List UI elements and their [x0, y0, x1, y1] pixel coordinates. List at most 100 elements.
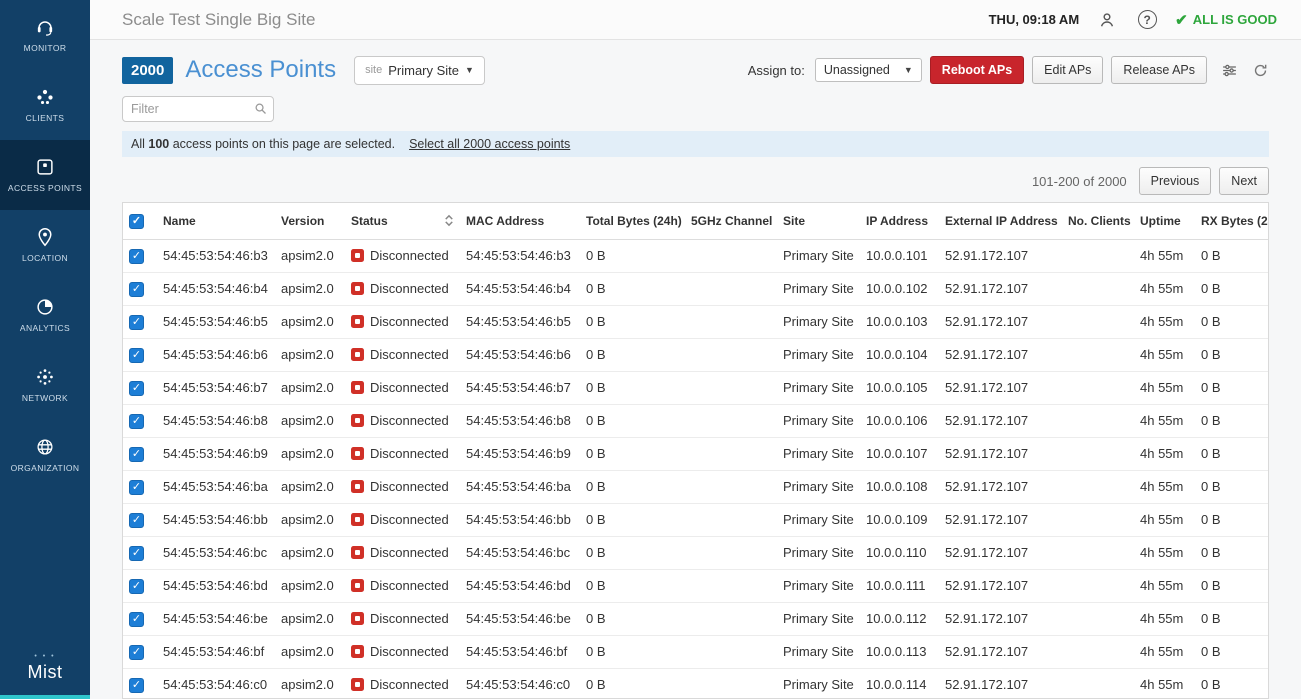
table-row[interactable]: ✓ 54:45:53:54:46:bf apsim2.0 Disconnecte…	[123, 635, 1269, 668]
cell-uptime: 4h 55m	[1134, 272, 1195, 305]
cell-mac: 54:45:53:54:46:b8	[460, 404, 580, 437]
row-checkbox[interactable]: ✓	[129, 480, 144, 495]
site-selector-dropdown[interactable]: site Primary Site ▼	[354, 56, 485, 85]
status-indicator[interactable]: ✔ ALL IS GOOD	[1175, 11, 1277, 29]
site-selector-prefix: site	[365, 64, 382, 76]
cell-mac: 54:45:53:54:46:ba	[460, 470, 580, 503]
cell-rx-bytes: 0 B	[1195, 338, 1269, 371]
table-row[interactable]: ✓ 54:45:53:54:46:b7 apsim2.0 Disconnecte…	[123, 371, 1269, 404]
cell-mac: 54:45:53:54:46:b9	[460, 437, 580, 470]
cell-5ghz-channel	[685, 536, 777, 569]
column-header-no-clients[interactable]: No. Clients	[1062, 203, 1134, 239]
table-row[interactable]: ✓ 54:45:53:54:46:c0 apsim2.0 Disconnecte…	[123, 668, 1269, 699]
row-checkbox[interactable]: ✓	[129, 414, 144, 429]
cell-total-bytes: 0 B	[580, 635, 685, 668]
disconnected-icon	[351, 447, 364, 460]
edit-aps-button[interactable]: Edit APs	[1032, 56, 1103, 84]
cell-status: Disconnected	[345, 239, 460, 272]
cell-name: 54:45:53:54:46:b4	[157, 272, 275, 305]
column-header-rx-bytes[interactable]: RX Bytes (24h)	[1195, 203, 1269, 239]
row-checkbox[interactable]: ✓	[129, 579, 144, 594]
cell-external-ip: 52.91.172.107	[939, 305, 1062, 338]
row-checkbox[interactable]: ✓	[129, 513, 144, 528]
cell-mac: 54:45:53:54:46:bc	[460, 536, 580, 569]
select-all-link[interactable]: Select all 2000 access points	[409, 137, 570, 151]
sidebar-item-network[interactable]: NETWORK	[0, 350, 90, 420]
cell-rx-bytes: 0 B	[1195, 668, 1269, 699]
sidebar-item-access-points[interactable]: ACCESS POINTS	[0, 140, 90, 210]
select-all-checkbox[interactable]: ✓	[129, 214, 144, 229]
table-row[interactable]: ✓ 54:45:53:54:46:b3 apsim2.0 Disconnecte…	[123, 239, 1269, 272]
cell-rx-bytes: 0 B	[1195, 371, 1269, 404]
chevron-down-icon: ▼	[904, 65, 913, 75]
sidebar-item-monitor[interactable]: MONITOR	[0, 0, 90, 70]
release-aps-button[interactable]: Release APs	[1111, 56, 1207, 84]
analytics-icon	[34, 296, 56, 318]
table-row[interactable]: ✓ 54:45:53:54:46:be apsim2.0 Disconnecte…	[123, 602, 1269, 635]
sidebar-item-clients[interactable]: CLIENTS	[0, 70, 90, 140]
column-header-5ghz-channel[interactable]: 5GHz Channel	[685, 203, 777, 239]
row-checkbox[interactable]: ✓	[129, 645, 144, 660]
table-row[interactable]: ✓ 54:45:53:54:46:bb apsim2.0 Disconnecte…	[123, 503, 1269, 536]
column-header-ip[interactable]: IP Address	[860, 203, 939, 239]
next-page-button[interactable]: Next	[1219, 167, 1269, 195]
row-checkbox[interactable]: ✓	[129, 315, 144, 330]
column-header-uptime[interactable]: Uptime	[1134, 203, 1195, 239]
cell-site: Primary Site	[777, 470, 860, 503]
cell-status: Disconnected	[345, 536, 460, 569]
row-checkbox[interactable]: ✓	[129, 447, 144, 462]
refresh-icon[interactable]	[1252, 62, 1269, 79]
row-checkbox[interactable]: ✓	[129, 381, 144, 396]
table-row[interactable]: ✓ 54:45:53:54:46:ba apsim2.0 Disconnecte…	[123, 470, 1269, 503]
column-header-site[interactable]: Site	[777, 203, 860, 239]
cell-ip: 10.0.0.111	[860, 569, 939, 602]
disconnected-icon	[351, 546, 364, 559]
table-row[interactable]: ✓ 54:45:53:54:46:b4 apsim2.0 Disconnecte…	[123, 272, 1269, 305]
cell-total-bytes: 0 B	[580, 338, 685, 371]
table-row[interactable]: ✓ 54:45:53:54:46:bc apsim2.0 Disconnecte…	[123, 536, 1269, 569]
assign-to-label: Assign to:	[748, 63, 805, 78]
table-row[interactable]: ✓ 54:45:53:54:46:b6 apsim2.0 Disconnecte…	[123, 338, 1269, 371]
column-header-name[interactable]: Name	[157, 203, 275, 239]
table-row[interactable]: ✓ 54:45:53:54:46:b9 apsim2.0 Disconnecte…	[123, 437, 1269, 470]
row-checkbox[interactable]: ✓	[129, 612, 144, 627]
cell-external-ip: 52.91.172.107	[939, 536, 1062, 569]
filter-input[interactable]	[122, 96, 274, 122]
cell-ip: 10.0.0.101	[860, 239, 939, 272]
sidebar-item-analytics[interactable]: ANALYTICS	[0, 280, 90, 350]
cell-site: Primary Site	[777, 404, 860, 437]
cell-site: Primary Site	[777, 635, 860, 668]
row-checkbox[interactable]: ✓	[129, 678, 144, 693]
cell-name: 54:45:53:54:46:b6	[157, 338, 275, 371]
column-header-mac[interactable]: MAC Address	[460, 203, 580, 239]
cell-version: apsim2.0	[275, 635, 345, 668]
column-header-total-bytes[interactable]: Total Bytes (24h)	[580, 203, 685, 239]
cell-status: Disconnected	[345, 338, 460, 371]
help-icon[interactable]: ?	[1135, 8, 1159, 32]
previous-page-button[interactable]: Previous	[1139, 167, 1212, 195]
table-row[interactable]: ✓ 54:45:53:54:46:bd apsim2.0 Disconnecte…	[123, 569, 1269, 602]
page-toolbar: 2000 Access Points site Primary Site ▼ A…	[122, 52, 1269, 88]
column-header-status[interactable]: Status	[345, 203, 460, 239]
sidebar-item-location[interactable]: LOCATION	[0, 210, 90, 280]
assign-to-dropdown[interactable]: Unassigned ▼	[815, 58, 922, 82]
row-checkbox[interactable]: ✓	[129, 282, 144, 297]
cell-rx-bytes: 0 B	[1195, 569, 1269, 602]
column-header-external-ip[interactable]: External IP Address	[939, 203, 1062, 239]
top-bar: Scale Test Single Big Site THU, 09:18 AM…	[90, 0, 1301, 40]
table-row[interactable]: ✓ 54:45:53:54:46:b8 apsim2.0 Disconnecte…	[123, 404, 1269, 437]
app-root: MONITOR CLIENTS ACCESS POINTS LOCATION A…	[0, 0, 1301, 699]
column-header-version[interactable]: Version	[275, 203, 345, 239]
cell-external-ip: 52.91.172.107	[939, 602, 1062, 635]
row-checkbox[interactable]: ✓	[129, 249, 144, 264]
cell-mac: 54:45:53:54:46:be	[460, 602, 580, 635]
user-account-icon[interactable]	[1095, 8, 1119, 32]
cell-ip: 10.0.0.107	[860, 437, 939, 470]
table-row[interactable]: ✓ 54:45:53:54:46:b5 apsim2.0 Disconnecte…	[123, 305, 1269, 338]
row-checkbox[interactable]: ✓	[129, 546, 144, 561]
cell-5ghz-channel	[685, 272, 777, 305]
row-checkbox[interactable]: ✓	[129, 348, 144, 363]
column-settings-icon[interactable]	[1221, 62, 1238, 79]
sidebar-item-organization[interactable]: ORGANIZATION	[0, 420, 90, 490]
reboot-aps-button[interactable]: Reboot APs	[930, 56, 1024, 84]
